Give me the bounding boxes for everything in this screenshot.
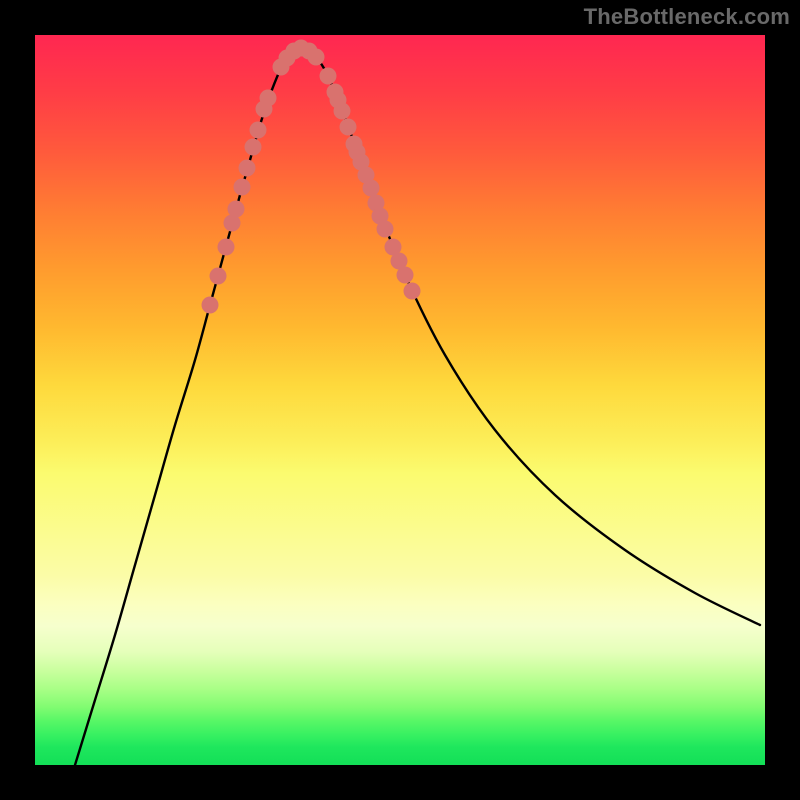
chart-stage: TheBottleneck.com — [0, 0, 800, 800]
highlight-dot — [250, 122, 267, 139]
highlight-dot — [377, 221, 394, 238]
highlight-dot — [218, 239, 235, 256]
chart-overlay — [35, 35, 765, 765]
highlight-dot — [320, 68, 337, 85]
highlight-dot — [397, 267, 414, 284]
highlight-dot — [334, 103, 351, 120]
highlight-dot — [404, 283, 421, 300]
watermark-text: TheBottleneck.com — [584, 4, 790, 30]
highlight-dot — [340, 119, 357, 136]
highlight-dot — [245, 139, 262, 156]
highlight-dot — [234, 179, 251, 196]
highlight-dot — [202, 297, 219, 314]
highlight-dots — [202, 40, 421, 314]
highlight-dot — [210, 268, 227, 285]
highlight-dot — [228, 201, 245, 218]
highlight-dot — [239, 160, 256, 177]
highlight-dot — [308, 49, 325, 66]
bottleneck-curve — [75, 47, 760, 765]
highlight-dot — [260, 90, 277, 107]
highlight-dot — [363, 180, 380, 197]
